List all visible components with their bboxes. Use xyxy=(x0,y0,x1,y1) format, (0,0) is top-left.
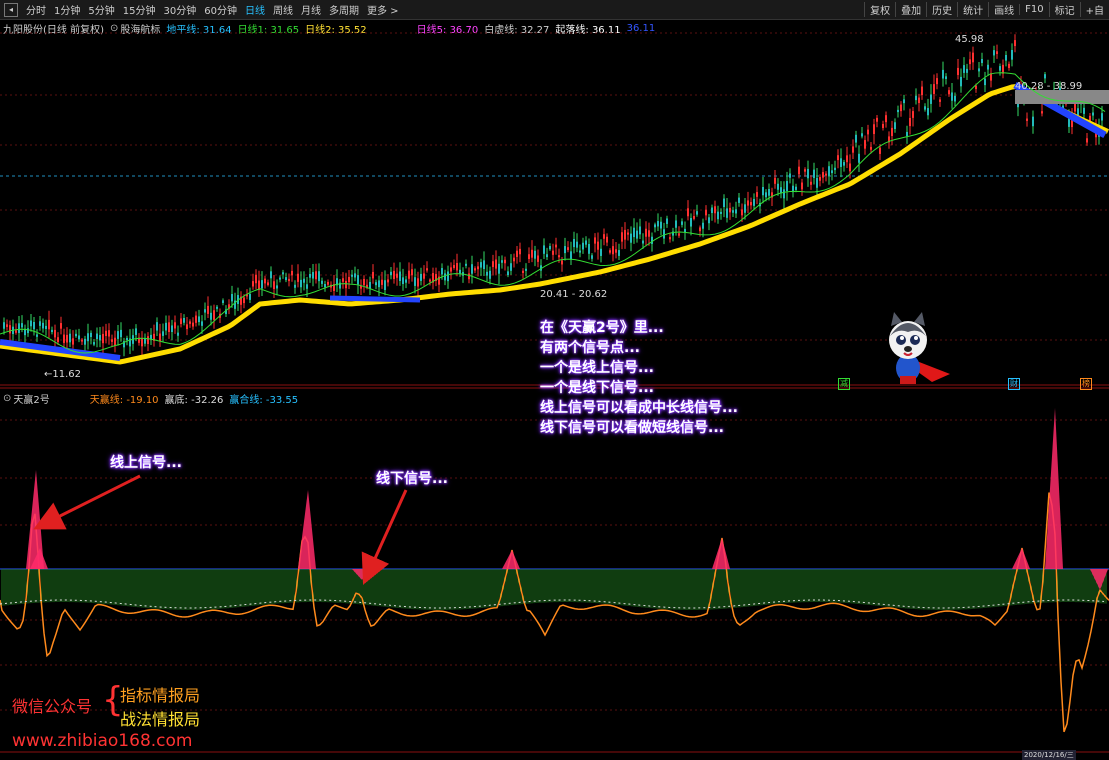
arrow-signal-above xyxy=(33,474,141,530)
intro-annotation: 在《天赢2号》里... 有两个信号点... 一个是线上信号... 一个是线下信号...… xyxy=(540,318,738,438)
marker-tag-2[interactable]: 榜 xyxy=(1080,378,1092,390)
sub-chart-legend: ⊙ 天赢2号 天赢线: -19.10 赢底: -32.26 赢合线: -33.55 xyxy=(3,391,304,406)
right-range-label: 40.28 - 38.99 xyxy=(1015,81,1083,92)
signal-above-label: 线上信号... xyxy=(110,455,182,471)
sub-legend-item-0: 天赢线: -19.10 xyxy=(89,395,159,406)
range-label: 20.41 - 20.62 xyxy=(540,289,608,300)
arrow-signal-below xyxy=(361,489,408,585)
settings-icon[interactable]: ⊙ xyxy=(3,393,11,404)
wechat-label: 微信公众号 xyxy=(12,697,93,716)
high-price-label: 45.98 xyxy=(955,34,984,45)
husky-mascot-icon xyxy=(889,312,950,384)
marker-tag-0[interactable]: 减 xyxy=(838,378,850,390)
intro-line-1: 有两个信号点... xyxy=(540,340,640,356)
signal-below-label: 线下信号... xyxy=(376,471,448,487)
low-price-label: ←11.62 xyxy=(44,369,81,380)
sub-legend-item-1: 赢底: -32.26 xyxy=(164,395,224,406)
watermark-line2: 战法情报局 xyxy=(120,710,201,729)
watermark-line1: 指标情报局 xyxy=(120,686,201,705)
bottom-date: 2020/12/16/三 xyxy=(1022,750,1076,760)
intro-line-5: 线下信号可以看做短线信号... xyxy=(540,420,724,436)
low-price-value: 11.62 xyxy=(52,369,82,380)
sub-legend-item-2: 赢合线: -33.55 xyxy=(229,395,299,406)
intro-line-0: 在《天赢2号》里... xyxy=(540,320,664,336)
watermark-url: www.zhibiao168.com xyxy=(12,731,193,751)
marker-tag-1[interactable]: 财 xyxy=(1008,378,1020,390)
intro-line-2: 一个是线上信号... xyxy=(540,360,654,376)
intro-line-3: 一个是线下信号... xyxy=(540,380,654,396)
sub-indicator-name[interactable]: 天赢2号 xyxy=(13,391,49,406)
intro-line-4: 线上信号可以看成中长线信号... xyxy=(540,400,738,416)
